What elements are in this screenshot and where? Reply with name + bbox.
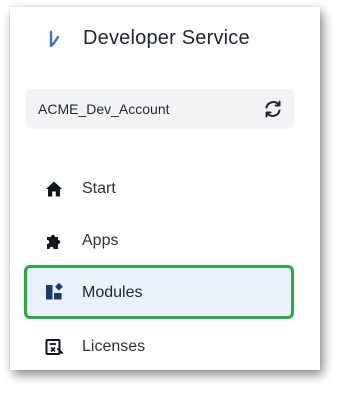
home-icon	[44, 179, 64, 199]
sync-icon[interactable]	[262, 98, 284, 120]
sidebar-item-label: Start	[82, 180, 116, 197]
sidebar-header: Developer Service	[10, 7, 320, 69]
screenshot-stage: Developer Service ACME_Dev_Account Start…	[0, 0, 358, 399]
account-name: ACME_Dev_Account	[38, 101, 170, 117]
sidebar-item-licenses[interactable]: Licenses	[24, 325, 294, 369]
sidebar-panel: Developer Service ACME_Dev_Account Start…	[10, 7, 320, 370]
account-selector[interactable]: ACME_Dev_Account	[26, 89, 294, 129]
license-icon	[44, 337, 64, 357]
brand-logo-icon[interactable]	[44, 29, 66, 51]
sidebar-item-modules[interactable]: Modules	[24, 265, 294, 319]
modules-icon	[44, 282, 64, 302]
sidebar-item-label: Licenses	[82, 338, 146, 355]
app-title: Developer Service	[83, 27, 250, 49]
sidebar-item-label: Modules	[82, 284, 143, 301]
sidebar-item-start[interactable]: Start	[24, 167, 294, 211]
sidebar-item-apps[interactable]: Apps	[24, 219, 294, 263]
sidebar-item-label: Apps	[82, 232, 119, 249]
puzzle-icon	[44, 231, 64, 251]
